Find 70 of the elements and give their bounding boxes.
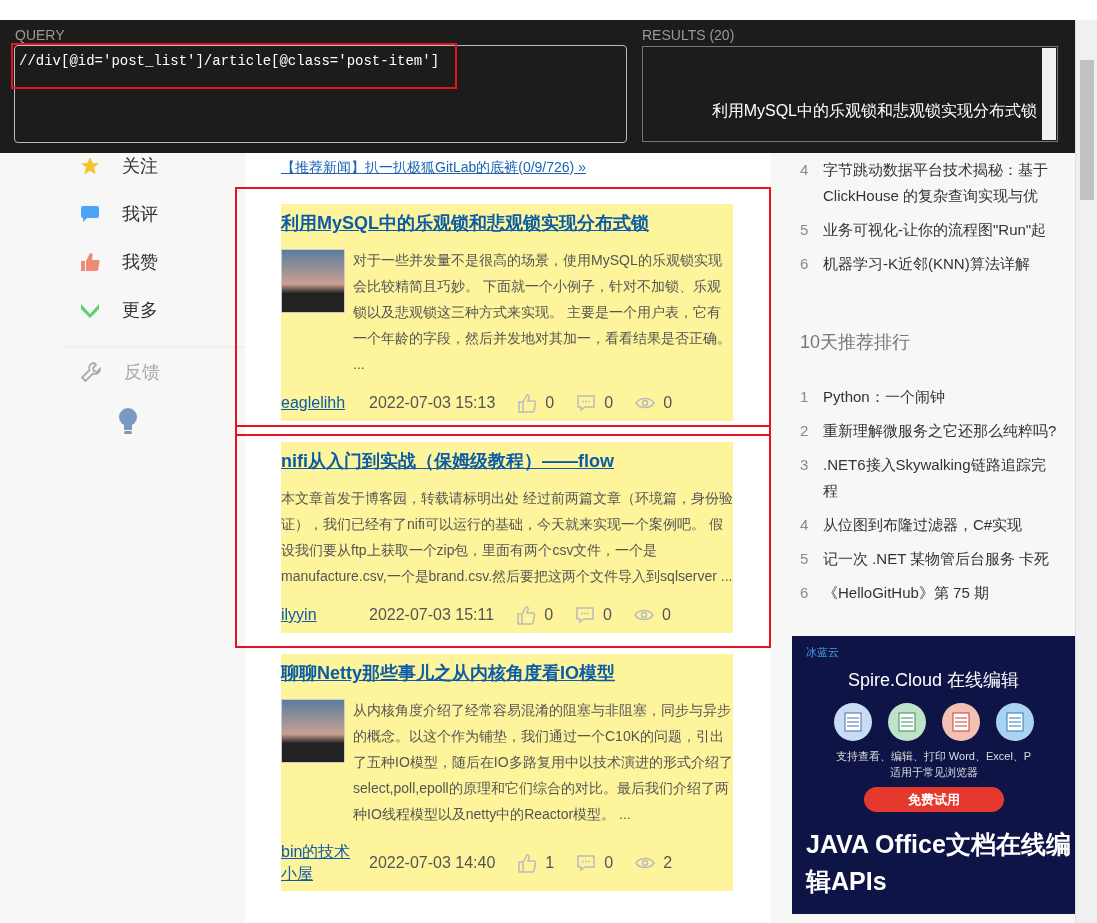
thumbs-up-icon [517,853,538,873]
ad-headline: Spire.Cloud 在线编辑 [846,668,1021,692]
rank-number: 4 [800,160,810,180]
article-link[interactable]: 重新理解微服务之它还那么纯粹吗? [823,418,1057,444]
article-link[interactable]: 字节跳动数据平台技术揭秘：基于 ClickHouse 的复杂查询实现与优 [823,157,1048,209]
article-link[interactable]: 记一次 .NET 某物管后台服务 卡死 [823,546,1050,572]
rank-number: 5 [800,549,810,569]
query-label: QUERY [15,26,65,45]
post-title-link[interactable]: 聊聊Netty那些事儿之从内核角度看IO模型 [281,660,615,687]
post-date: 2022-07-03 15:11 [369,605,495,625]
star-icon [80,156,100,176]
rank-number: 2 [800,421,810,441]
post-date: 2022-07-03 15:13 [369,393,496,413]
comment-icon [576,853,597,873]
post-summary: 本文章首发于博客园，转载请标明出处 经过前两篇文章（环境篇，身份验证），我们已经有了nifi可以运行的基础，今天就来实现一个案例吧。 假设我们要从ftp上获取一个zip包，里面有两个csv文件，一个是manufacture.csv,一个是brand.csv.然后要把这两个文件导入到sqlserver ... [281,489,733,586]
author-link[interactable]: ilyyin [281,604,361,626]
comment-count: 0 [603,605,612,625]
view-count: 2 [663,853,673,873]
like-count: 0 [545,393,555,413]
author-link[interactable]: bin的技术小屋 [281,841,361,885]
news-link[interactable]: 【推荐新闻】扒一扒极狐GitLab的底裤(0/9/726) » [281,159,586,176]
view-count: 0 [661,605,671,625]
comment-count: 0 [604,393,614,413]
results-field[interactable]: 利用MySQL中的乐观锁和悲观锁实现分布式锁 [642,46,1058,142]
like-count: 0 [544,605,554,625]
rank-number: 1 [800,387,810,407]
chevron-down-icon [80,302,100,318]
ad-title: JAVA Office文档在线编辑APIs [804,829,1072,897]
rank-number: 4 [800,515,810,535]
query-field[interactable]: //div[@id='post_list']/article[@class='post-item'] [14,45,627,143]
comment-icon [575,605,596,625]
view-count: 0 [663,393,673,413]
results-label: RESULTS (20) [642,26,735,45]
rank-number: 6 [800,254,810,274]
thumbs-up-icon [516,605,537,625]
article-link[interactable]: 机器学习-K近邻(KNN)算法详解 [823,251,1030,277]
rank-number: 3 [800,455,810,475]
author-link[interactable]: eaglelihh [281,392,361,414]
post-summary: 从内核角度介绍了经常容易混淆的阻塞与非阻塞，同步与异步的概念。以这个作为铺垫，我们通过一个C10K的问题，引出了五种IO模型，随后在IO多路复用中以技术演进的形式介绍了select,poll,epoll的原理和它们综合的对比。最后我们介绍了两种IO线程模型以及netty中的Reactor模型。 ... [353,701,733,824]
ad-text: 支持查看、编辑、打印 Word、Excel、P [834,748,1033,764]
ad-banner[interactable]: 冰蓝云 Spire.Cloud 在线编辑 支持查看、编辑、打印 Word、Excel、P 适用于常见浏览器 免费试用 JAVA Office文档在线编辑APIs [792,636,1075,914]
like-count: 1 [545,853,555,873]
sidebar-item[interactable]: 我赞 [80,250,158,274]
sidebar-item[interactable]: 更多 [80,298,158,322]
article-link[interactable]: Python：一个闹钟 [823,384,945,410]
ad-logo: 冰蓝云 [805,645,840,660]
sidebar-item[interactable]: 我评 [80,202,158,226]
article-link[interactable]: .NET6接入Skywalking链路追踪完 程 [823,452,1046,504]
speech-bubble-icon [80,205,100,223]
comment-icon [576,393,597,413]
scrollbar[interactable] [1075,20,1097,923]
rank-number: 5 [800,220,810,240]
lightbulb-icon [118,408,138,436]
ad-text: 适用于常见浏览器 [888,765,979,780]
article-link[interactable]: 《HelloGitHub》第 75 期 [823,580,989,606]
article-link[interactable]: 业务可视化-让你的流程图"Run"起 [823,217,1047,243]
rank-number: 6 [800,583,810,603]
sidebar-item[interactable]: 关注 [80,154,158,178]
post-title-link[interactable]: nifi从入门到实战（保姆级教程）——flow [281,448,614,475]
section-title: 10天推荐排行 [800,331,912,354]
wrench-icon [80,361,102,383]
thumbs-up-icon [80,252,100,272]
article-link[interactable]: 从位图到布隆过滤器，C#实现 [823,512,1023,538]
comment-count: 0 [604,853,614,873]
document-icon [832,701,873,742]
post-title-link[interactable]: 利用MySQL中的乐观锁和悲观锁实现分布式锁 [281,210,649,237]
post-date: 2022-07-03 14:40 [369,853,496,873]
post-summary: 对于一些并发量不是很高的场景，使用MySQL的乐观锁实现会比较精简且巧妙。 下面就一个小例子，针对不加锁、乐观锁以及悲观锁这三种方式来实现。 主要是一个用户表，它有一个年龄的字段，然后并发地对其加一，看看结果是否正确。 ... [353,251,732,374]
trial-button[interactable]: 免费试用 [863,786,1004,812]
thumbs-up-icon [517,393,538,413]
